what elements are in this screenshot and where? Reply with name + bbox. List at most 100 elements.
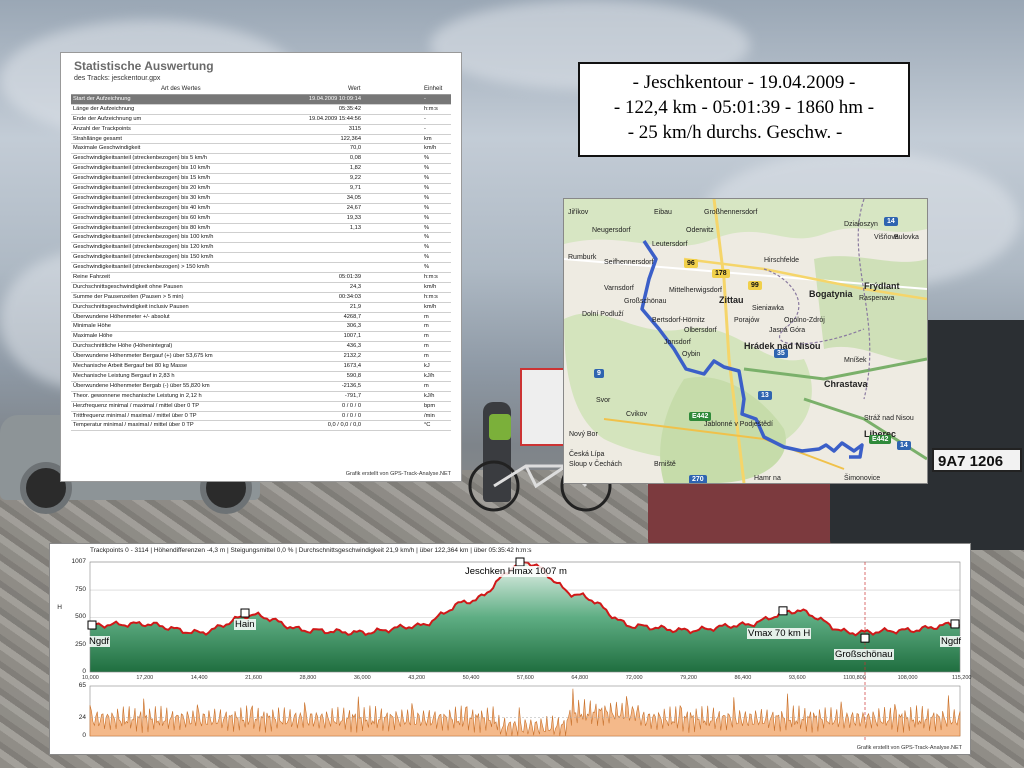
map-place-label: Varnsdorf [604, 285, 634, 292]
road-badge: 13 [758, 391, 772, 400]
distance-tick: 79,200 [680, 675, 697, 681]
map-place-label: Sloup v Čechách [569, 461, 622, 468]
stats-row-unit: m [424, 382, 429, 389]
stats-row-label: Maximale Geschwindigkeit [73, 145, 141, 152]
stats-row-label: Mechanische Arbeit Bergauf bei 80 kg Mas… [73, 363, 188, 370]
stats-row-label: Geschwindigkeitsanteil (streckenbezogen)… [73, 254, 214, 261]
stats-row-unit: % [424, 175, 430, 182]
stats-row-unit: km/h [424, 145, 437, 152]
stats-row-value: 19.04.2009 10:09:14 [308, 96, 361, 102]
distance-tick: 10,000 [82, 675, 99, 681]
stats-row: Mechanische Leistung Bergauf in 2,83 h 59… [71, 372, 451, 382]
tour-title-line-1: - Jeschkentour - 19.04.2009 - [632, 72, 856, 93]
stats-row: Reine Fahrzeit 05:01:39 h:m:s [71, 273, 451, 283]
stats-row: Geschwindigkeitsanteil (streckenbezogen)… [71, 164, 451, 175]
stats-row-unit: kJ/h [424, 372, 435, 379]
distance-tick: 43,200 [408, 675, 426, 681]
stats-row: Trittfrequenz minimal / maximal / mittel… [71, 412, 451, 422]
stats-table: Start der Aufzeichnung 19.04.2009 10:09:1… [71, 95, 451, 432]
stats-row-value: 1,13 [349, 224, 361, 231]
stats-row-label: Strahllänge gesamt [73, 135, 123, 142]
stats-row-label: Geschwindigkeitsanteil (streckenbezogen)… [73, 264, 210, 271]
stats-row-unit: % [424, 244, 430, 251]
map-place-label: Raspenava [859, 295, 895, 302]
license-plate: 9A7 1206 [932, 448, 1022, 472]
stats-row-label: Geschwindigkeitsanteil (streckenbezogen)… [73, 194, 211, 201]
elevation-area [90, 562, 960, 672]
stats-row-value: 0 / 0 / 0 [342, 402, 361, 409]
stats-row: Maximale Höhe 1007,1 m [71, 332, 451, 343]
map-place-label: Nový Bor [569, 431, 598, 438]
road-badge: 14 [897, 441, 911, 450]
backpack [489, 414, 511, 440]
stats-row-unit: % [424, 234, 430, 241]
stats-row-unit: % [424, 224, 430, 231]
map-place-label: Chrastava [824, 379, 868, 389]
map-place-label: Mittelherwigsdorf [669, 287, 722, 294]
label-summit: Jeschken Hmax 1007 m [464, 566, 568, 577]
speed-area [89, 688, 961, 737]
road-badge: 99 [748, 281, 762, 290]
stats-row-unit: m [424, 313, 429, 320]
stats-header-unit: Einheit [424, 86, 443, 92]
stats-row-value: 122,364 [340, 135, 361, 142]
stats-row-label: Geschwindigkeitsanteil (streckenbezogen)… [73, 204, 211, 211]
stats-row-value: 00:34:03 [338, 293, 361, 300]
stats-title: Statistische Auswertung [74, 59, 214, 73]
stats-row-unit: % [424, 194, 430, 201]
stats-row: Geschwindigkeitsanteil (streckenbezogen)… [71, 174, 451, 185]
map-place-label: Hirschfelde [764, 257, 800, 264]
map-place-label: Olbersdorf [684, 327, 717, 334]
stats-row-label: Ende der Aufzeichnung um [73, 115, 142, 122]
stats-row-value: 3115 [348, 125, 361, 132]
stats-row-value: 19.04.2009 15:44:56 [308, 115, 361, 122]
stats-row-value: 590,8 [346, 372, 361, 379]
stats-row-unit: km/h [424, 303, 437, 310]
map-place-label: Neugersdorf [592, 227, 631, 234]
stats-row-label: Überwundene Höhenmeter Bergab (-) über 5… [73, 382, 210, 389]
map-place-label: Działoszyn [844, 221, 878, 228]
elevation-axis-label: H [57, 604, 62, 611]
stats-row: Durchschnittsgeschwindigkeit inclusiv Pa… [71, 303, 451, 313]
stats-row: Strahllänge gesamt 122,364 km [71, 135, 451, 145]
stats-row: Herzfrequenz minimal / maximal / mittel … [71, 402, 451, 412]
map-place-label: Svor [596, 397, 611, 404]
stats-row-value: 436,3 [346, 343, 361, 350]
stats-row-unit: °C [424, 422, 431, 429]
map-place-label: Bertsdorf-Hörnitz [652, 317, 705, 324]
stats-header-kind: Art des Wertes [161, 86, 201, 92]
stats-row-label: Geschwindigkeitsanteil (streckenbezogen)… [73, 244, 214, 251]
map-place-label: Brniště [654, 461, 676, 468]
label-grossschoenau: Großschönau [834, 649, 894, 660]
stats-subtitle: des Tracks: jesckentour.gpx [74, 75, 161, 82]
elevation-tick: 250 [75, 640, 86, 648]
stats-row-label: Mechanische Leistung Bergauf in 2,83 h [73, 372, 175, 379]
stats-row: Geschwindigkeitsanteil (streckenbezogen)… [71, 243, 451, 254]
map-place-label: Dolní Podluží [582, 311, 624, 318]
stats-row-value: 0 / 0 / 0 [342, 412, 361, 419]
road-badge: E442 [869, 435, 892, 444]
road-badge: E442 [689, 412, 712, 421]
map-place-label: Frýdlant [864, 281, 900, 291]
stats-row: Geschwindigkeitsanteil (streckenbezogen)… [71, 224, 451, 234]
stats-row-label: Summe der Pausenzeiten (Pausen > 5 min) [73, 293, 184, 300]
tour-title-box: - Jeschkentour - 19.04.2009 - - 122,4 km… [578, 62, 910, 157]
distance-tick: 93,600 [788, 675, 806, 681]
stats-row-value: 24,3 [349, 283, 361, 290]
stats-row-value: 4268,7 [343, 313, 361, 320]
speed-tick: 0 [82, 732, 86, 739]
stats-row-unit: - [424, 96, 426, 102]
road-badge: 35 [774, 349, 788, 358]
stats-row-unit: % [424, 155, 430, 162]
stats-row: Durchschnittliche Höhe (Höhenintegral) 43… [71, 342, 451, 353]
stats-row: Geschwindigkeitsanteil (streckenbezogen)… [71, 204, 451, 214]
stats-row-label: Überwundene Höhenmeter Bergauf (+) über … [73, 353, 213, 360]
stats-row-value: 0,08 [349, 155, 361, 162]
stats-row-value: 05:35:42 [338, 105, 361, 112]
road-badge: 178 [712, 269, 730, 278]
stats-row: Geschwindigkeitsanteil (streckenbezogen)… [71, 214, 451, 224]
stats-row: Ende der Aufzeichnung um 19.04.2009 15:44… [71, 115, 451, 125]
stats-row-label: Maximale Höhe [73, 333, 113, 340]
distance-tick: 1100,800 [843, 675, 866, 681]
stats-footer: Grafik erstellt von GPS-Track-Analyse.NE… [345, 471, 451, 477]
